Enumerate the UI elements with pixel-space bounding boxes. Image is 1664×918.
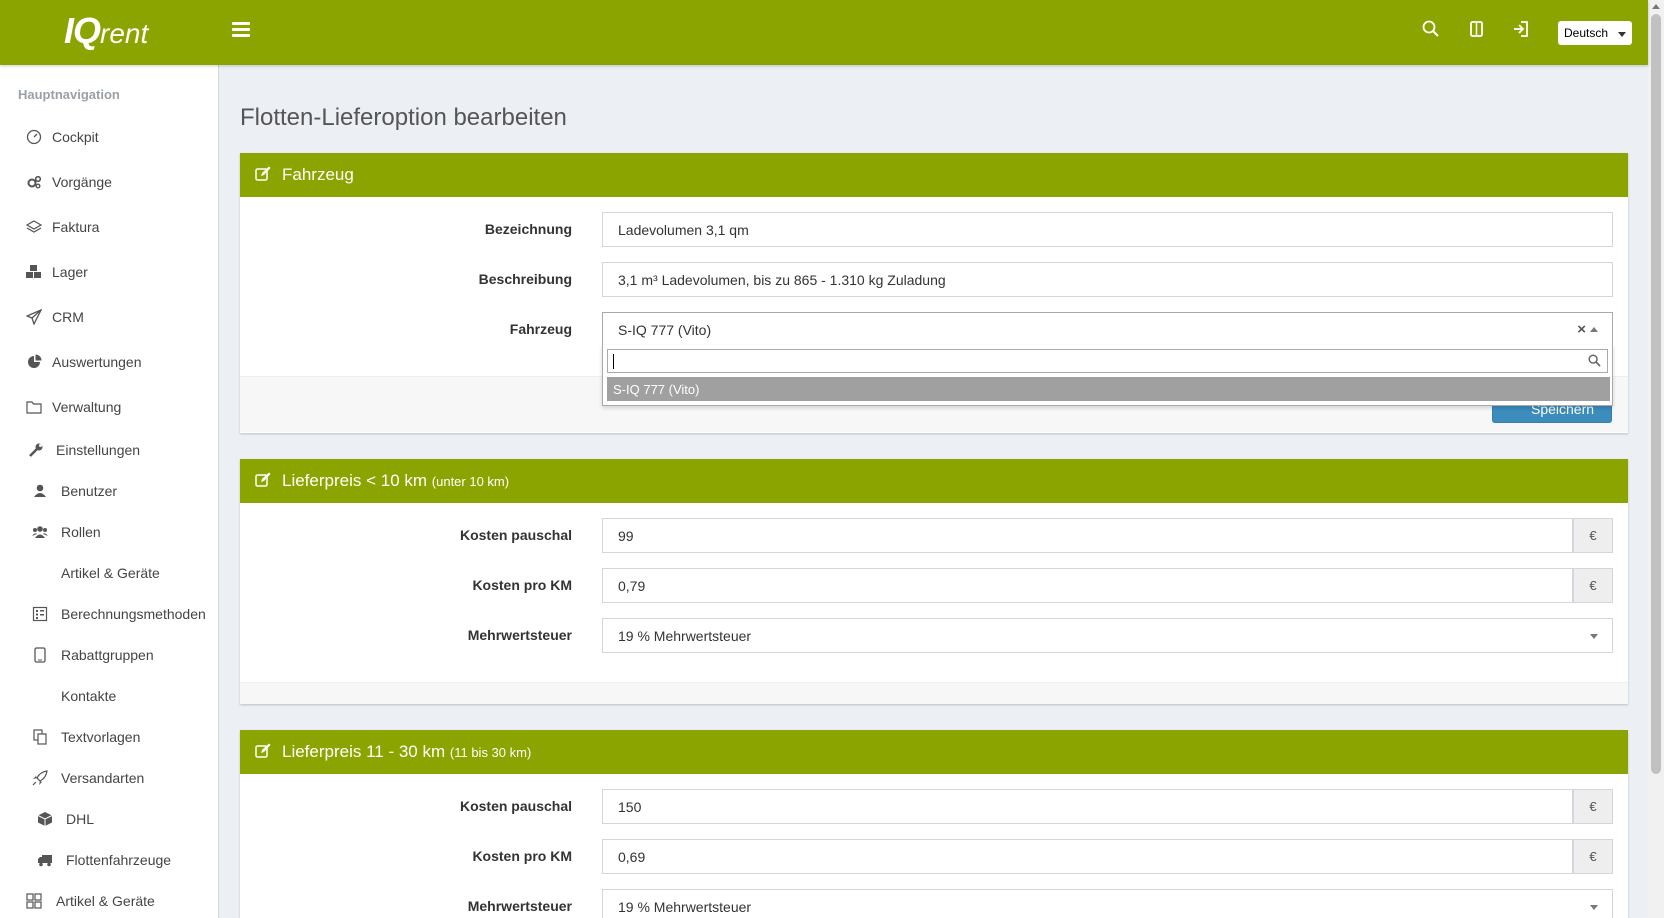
folder-icon (26, 399, 42, 415)
sidebar-item-berechnungsmethoden[interactable]: Berechnungsmethoden (0, 596, 219, 632)
dropdown-search-input[interactable] (607, 349, 1608, 373)
card-title: Lieferpreis < 10 km (282, 471, 428, 490)
app-logo[interactable]: IQrent (64, 10, 148, 52)
sidebar-item-vorgaenge[interactable]: Vorgänge (0, 164, 219, 200)
sidebar-item-cockpit[interactable]: Cockpit (0, 119, 219, 155)
rocket-icon (32, 770, 48, 786)
gauge-icon (26, 129, 42, 145)
sidebar-item-flottenfahrzeuge[interactable]: Flottenfahrzeuge (0, 842, 219, 878)
sidebar-item-crm[interactable]: CRM (0, 299, 219, 335)
sidebar-item-auswertungen[interactable]: Auswertungen (0, 344, 219, 380)
bezeichnung-label: Bezeichnung (484, 221, 572, 237)
columns-icon[interactable] (1468, 20, 1490, 42)
beschreibung-label: Beschreibung (478, 271, 572, 287)
fahrzeug-label: Fahrzeug (509, 321, 572, 337)
card-subtitle: (11 bis 30 km) (449, 745, 532, 760)
lieferpreis-1-card-footer (240, 682, 1628, 704)
chevron-up-icon[interactable] (1590, 327, 1598, 332)
page-scrollbar[interactable] (1648, 0, 1664, 918)
paper-plane-icon (25, 308, 43, 326)
calculator-icon (32, 606, 48, 622)
fahrzeug-select-value: S-IQ 777 (Vito) (618, 322, 712, 338)
cubes-icon (26, 264, 42, 280)
search-icon (1588, 354, 1601, 370)
mehrwertsteuer-select[interactable]: 19 % Mehrwertsteuer (602, 889, 1613, 918)
euro-addon: € (1573, 568, 1613, 603)
euro-addon: € (1573, 518, 1613, 553)
lieferpreis-2-card-header: Lieferpreis 11 - 30 km (11 bis 30 km) (240, 730, 1628, 774)
sidebar-item-textvorlagen[interactable]: Textvorlagen (0, 719, 219, 755)
cogs-icon (26, 174, 42, 190)
sidebar-item-artikel-geraete[interactable]: Artikel & Geräte (0, 883, 219, 918)
edit-icon (255, 472, 271, 488)
logout-icon[interactable] (1512, 20, 1534, 42)
sidebar-item-lager[interactable]: Lager (0, 254, 219, 290)
kosten-pauschal-input[interactable]: 99 (602, 518, 1573, 553)
mehrwertsteuer-label: Mehrwertsteuer (467, 898, 572, 914)
sidebar-item-versandarten[interactable]: Versandarten (0, 760, 219, 796)
chevron-down-icon (1590, 634, 1598, 639)
chevron-down-icon (1618, 32, 1626, 37)
pie-chart-icon (26, 354, 42, 370)
sidebar-item-rabattgruppen[interactable]: Rabattgruppen (0, 637, 219, 673)
sidebar-toggle-icon[interactable] (232, 22, 250, 40)
mehrwertsteuer-value: 19 % Mehrwertsteuer (618, 628, 752, 644)
user-icon (32, 483, 48, 499)
wrench-icon (28, 442, 44, 458)
mehrwertsteuer-label: Mehrwertsteuer (467, 627, 572, 643)
sidebar-item-faktura[interactable]: Faktura (0, 209, 219, 245)
fahrzeug-dropdown: S-IQ 777 (Vito) (602, 345, 1613, 406)
beschreibung-input[interactable]: 3,1 m³ Ladevolumen, bis zu 865 - 1.310 k… (602, 262, 1613, 297)
kosten-pauschal-input[interactable]: 150 (602, 789, 1573, 824)
kosten-pauschal-label: Kosten pauschal (459, 527, 572, 543)
lieferpreis-2-card: Lieferpreis 11 - 30 km (11 bis 30 km) Ko… (240, 730, 1628, 918)
edit-icon (255, 743, 271, 759)
sidebar-item-kontakte[interactable]: Kontakte (0, 678, 219, 714)
kosten-pro-km-label: Kosten pro KM (472, 577, 572, 593)
clear-icon[interactable]: × (1577, 321, 1586, 338)
scroll-up-icon[interactable] (1652, 4, 1660, 9)
kosten-pauschal-label: Kosten pauschal (459, 798, 572, 814)
layers-icon (25, 219, 43, 235)
scrollbar-thumb[interactable] (1651, 14, 1661, 774)
sidebar-item-artikel-geraete-settings[interactable]: Artikel & Geräte (0, 555, 219, 591)
truck-icon (37, 852, 53, 868)
fahrzeug-card-header: Fahrzeug (240, 153, 1628, 197)
page-title: Flotten-Lieferoption bearbeiten (240, 104, 567, 131)
euro-addon: € (1573, 789, 1613, 824)
card-title: Lieferpreis 11 - 30 km (282, 742, 446, 761)
language-select[interactable]: Deutsch (1558, 21, 1632, 45)
edit-icon (255, 166, 271, 182)
fahrzeug-select[interactable]: S-IQ 777 (Vito) × (602, 312, 1613, 347)
sidebar-item-dhl[interactable]: DHL (0, 801, 219, 837)
sidebar: Hauptnavigation Cockpit Vorgänge Faktura… (0, 65, 219, 918)
kosten-pro-km-input[interactable]: 0,79 (602, 568, 1573, 603)
kosten-pro-km-input[interactable]: 0,69 (602, 839, 1573, 874)
top-navbar: IQrent Deutsch (0, 0, 1648, 65)
dropdown-option[interactable]: S-IQ 777 (Vito) (607, 377, 1610, 401)
sidebar-item-einstellungen[interactable]: Einstellungen (0, 432, 219, 468)
sidebar-item-benutzer[interactable]: Benutzer (0, 473, 219, 509)
sidebar-header: Hauptnavigation (18, 87, 120, 102)
copy-icon (32, 729, 48, 745)
tablet-icon (32, 647, 48, 663)
mehrwertsteuer-select[interactable]: 19 % Mehrwertsteuer (602, 618, 1613, 653)
card-subtitle: (unter 10 km) (431, 474, 510, 489)
lieferpreis-1-card: Lieferpreis < 10 km (unter 10 km) Kosten… (240, 459, 1628, 704)
mehrwertsteuer-value: 19 % Mehrwertsteuer (618, 899, 752, 915)
euro-addon: € (1573, 839, 1613, 874)
cube-icon (37, 811, 53, 827)
chevron-down-icon (1590, 905, 1598, 910)
sidebar-item-rollen[interactable]: Rollen (0, 514, 219, 550)
grid-icon (26, 893, 42, 909)
lieferpreis-1-card-header: Lieferpreis < 10 km (unter 10 km) (240, 459, 1628, 503)
sidebar-item-verwaltung[interactable]: Verwaltung (0, 389, 219, 425)
search-icon[interactable] (1422, 20, 1444, 42)
kosten-pro-km-label: Kosten pro KM (472, 848, 572, 864)
users-icon (32, 524, 48, 540)
bezeichnung-input[interactable]: Ladevolumen 3,1 qm (602, 212, 1613, 247)
card-title: Fahrzeug (282, 165, 354, 184)
